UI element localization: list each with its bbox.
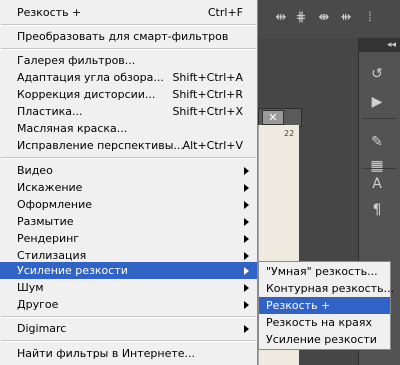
distribute-center-icon[interactable]: ⇻	[337, 9, 355, 27]
menu-item-convert-smart-filters[interactable]: Преобразовать для смарт-фильтров	[0, 28, 257, 45]
character-panel-icon[interactable]: A	[367, 174, 387, 194]
menu-item-noise[interactable]: Шум	[0, 279, 257, 296]
history-icon[interactable]: ↺	[367, 64, 387, 84]
menu-item-digimarc[interactable]: Digimarc	[0, 320, 257, 337]
menu-item-sharpen[interactable]: Усиление резкости	[0, 262, 257, 279]
menu-item-browse-filters-online[interactable]: Найти фильтры в Интернете...	[0, 345, 257, 362]
menu-item-video[interactable]: Видео	[0, 162, 257, 179]
align-left-icon[interactable]: ⇹	[272, 9, 290, 27]
play-actions-icon[interactable]: ▶	[367, 92, 387, 112]
sharpen-submenu: "Умная" резкость... Контурная резкость..…	[258, 261, 394, 350]
submenu-item-smart-sharpen[interactable]: "Умная" резкость...	[259, 263, 390, 280]
submenu-item-sharpen-more[interactable]: Резкость +	[259, 297, 390, 314]
align-center-icon[interactable]: ⋕	[292, 9, 310, 27]
paragraph-panel-icon[interactable]: ¶	[367, 200, 387, 220]
brush-presets-icon[interactable]: ✎	[367, 132, 387, 152]
submenu-arrow-icon	[244, 301, 249, 309]
menu-item-liquify[interactable]: Пластика... Shift+Ctrl+X	[0, 103, 257, 120]
menu-item-render[interactable]: Рендеринг	[0, 230, 257, 247]
menu-item-vanishing-point[interactable]: Исправление перспективы... Alt+Ctrl+V	[0, 137, 257, 154]
submenu-arrow-icon	[244, 184, 249, 192]
ruler-mark: 22	[284, 129, 295, 138]
menu-item-distort[interactable]: Искажение	[0, 179, 257, 196]
submenu-item-sharpen[interactable]: Усиление резкости	[259, 331, 390, 348]
submenu-arrow-icon	[244, 252, 249, 260]
submenu-arrow-icon	[244, 267, 249, 275]
submenu-arrow-icon	[244, 201, 249, 209]
submenu-arrow-icon	[244, 235, 249, 243]
menu-item-oil-paint[interactable]: Масляная краска...	[0, 120, 257, 137]
submenu-item-sharpen-edges[interactable]: Резкость на краях	[259, 314, 390, 331]
panel-collapse-button[interactable]: ◂◂	[358, 38, 400, 52]
submenu-arrow-icon	[244, 167, 249, 175]
menu-item-other[interactable]: Другое	[0, 296, 257, 313]
menu-item-stylize-design[interactable]: Оформление	[0, 196, 257, 213]
menu-item-last-filter[interactable]: Резкость + Ctrl+F	[0, 4, 257, 21]
menu-item-lens-correction[interactable]: Коррекция дисторсии... Shift+Ctrl+R	[0, 86, 257, 103]
close-icon[interactable]: ✕	[262, 110, 284, 125]
menu-item-adaptive-wide-angle[interactable]: Адаптация угла обзора... Shift+Ctrl+A	[0, 69, 257, 86]
submenu-arrow-icon	[244, 284, 249, 292]
submenu-item-unsharp-mask[interactable]: Контурная резкость...	[259, 280, 394, 297]
options-bar: ⇹ ⋕ ⇼ ⇻ ⦙	[258, 0, 400, 39]
distribute-left-icon[interactable]: ⇼	[315, 9, 333, 27]
menu-item-filter-gallery[interactable]: Галерея фильтров...	[0, 52, 257, 69]
clone-source-icon[interactable]: ▦	[367, 156, 387, 176]
filter-menu: Резкость + Ctrl+F Преобразовать для смар…	[0, 0, 258, 365]
distribute-right-icon[interactable]: ⦙	[361, 9, 379, 27]
submenu-arrow-icon	[244, 325, 249, 333]
submenu-arrow-icon	[244, 218, 249, 226]
menu-item-blur[interactable]: Размытие	[0, 213, 257, 230]
